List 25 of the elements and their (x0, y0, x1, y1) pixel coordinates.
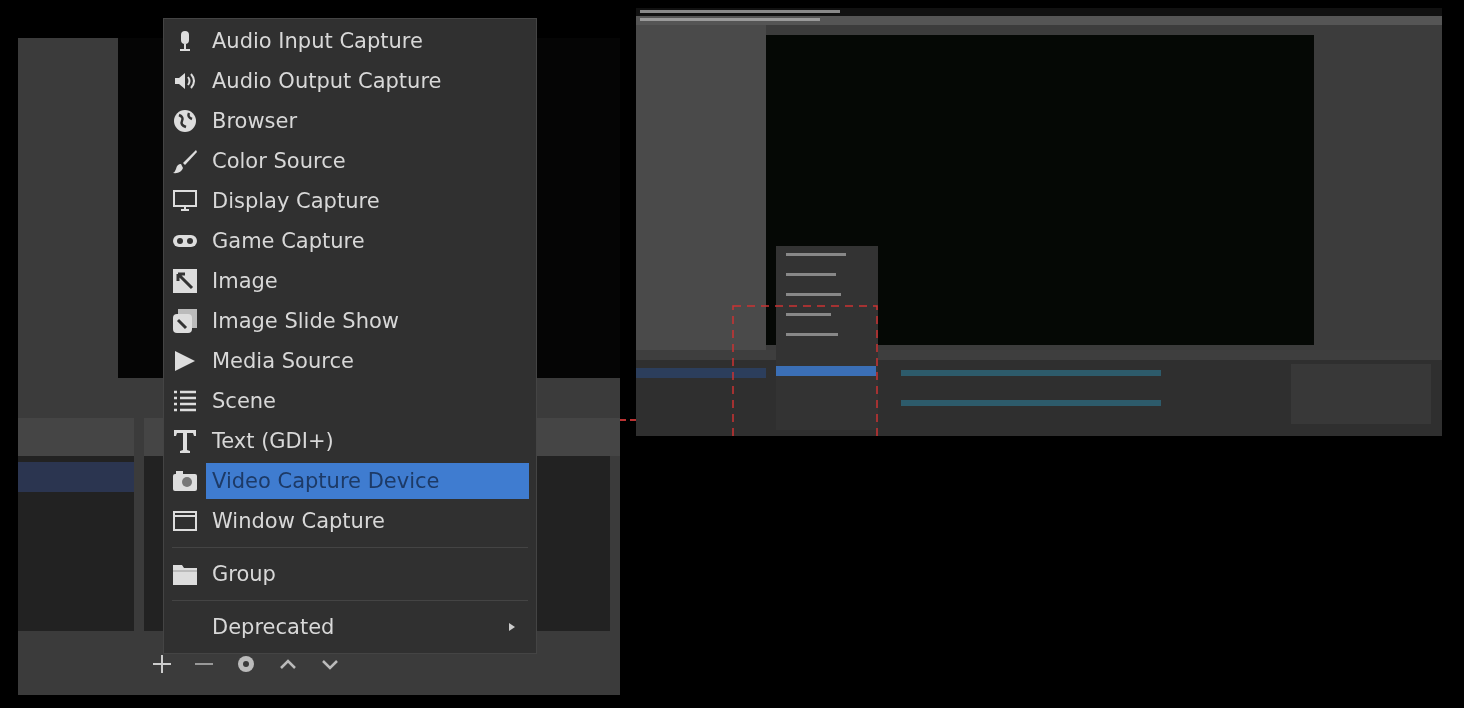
monitor-icon (172, 188, 198, 214)
menu-item[interactable]: Color Source (206, 143, 529, 179)
menu-item[interactable]: Text (GDI+) (206, 423, 529, 459)
menu-item[interactable]: Deprecated (206, 609, 529, 645)
text-icon (172, 428, 198, 454)
globe-icon (172, 108, 198, 134)
add-icon[interactable] (150, 652, 174, 676)
window-icon (172, 508, 198, 534)
brush-icon (172, 148, 198, 174)
menu-item[interactable]: Audio Output Capture (206, 63, 529, 99)
menu-item[interactable]: Group (206, 556, 529, 592)
menu-item[interactable]: Game Capture (206, 223, 529, 259)
menu-item[interactable]: Scene (206, 383, 529, 419)
submenu-arrow-icon (507, 622, 517, 632)
menu-item[interactable]: Media Source (206, 343, 529, 379)
image-stack-icon (172, 308, 198, 334)
menu-item[interactable]: Audio Input Capture (206, 23, 529, 59)
menu-item[interactable]: Window Capture (206, 503, 529, 539)
menu-item[interactable]: Browser (206, 103, 529, 139)
menu-item[interactable]: Image Slide Show (206, 303, 529, 339)
menu-item[interactable]: Image (206, 263, 529, 299)
image-icon (172, 268, 198, 294)
list-icon (172, 388, 198, 414)
camera-icon (172, 468, 198, 494)
menu-item[interactable]: Display Capture (206, 183, 529, 219)
